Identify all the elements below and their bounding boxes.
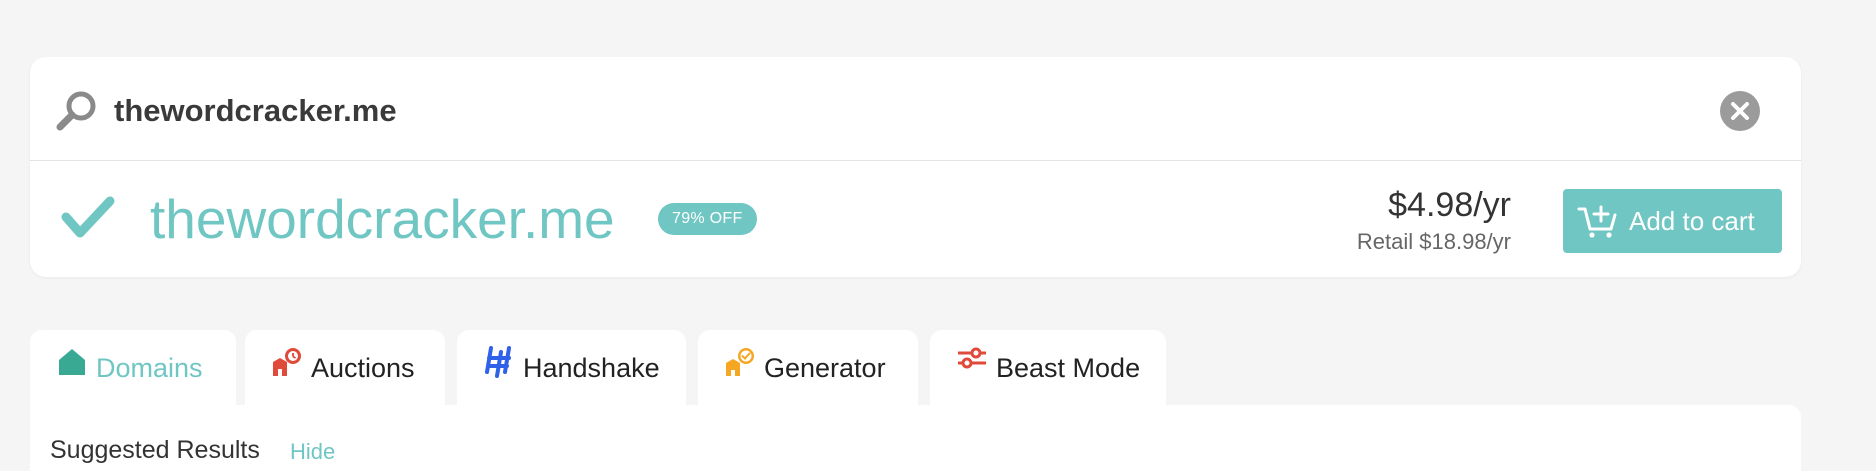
search-row: thewordcracker.me: [30, 57, 1801, 161]
search-icon: [56, 91, 96, 131]
tab-generator[interactable]: Generator: [698, 330, 918, 406]
cart-add-icon: [1577, 205, 1617, 238]
handshake-icon: [485, 346, 511, 378]
discount-badge: 79% OFF: [658, 203, 757, 235]
generator-icon: [726, 348, 754, 376]
search-input[interactable]: thewordcracker.me: [114, 87, 397, 135]
price: $4.98/yr: [1388, 186, 1511, 224]
tab-label: Domains: [96, 353, 203, 383]
search-card: thewordcracker.me thewordcracker.me 79% …: [30, 57, 1801, 277]
add-to-cart-button[interactable]: Add to cart: [1563, 189, 1782, 253]
sliders-icon: [958, 347, 986, 369]
suggested-results-panel: Suggested Results Hide: [30, 405, 1801, 471]
suggested-results-title: Suggested Results: [50, 436, 260, 464]
clear-search-button[interactable]: [1720, 91, 1760, 131]
tab-label: Auctions: [311, 353, 415, 383]
price-block: $4.98/yr Retail $18.98/yr: [1357, 183, 1511, 257]
tab-domains[interactable]: Domains: [30, 330, 236, 406]
house-icon: [59, 349, 85, 375]
result-domain-name: thewordcracker.me: [150, 188, 615, 250]
tab-label: Generator: [764, 353, 886, 383]
tab-beast-mode[interactable]: Beast Mode: [930, 330, 1166, 406]
domain-result-row: thewordcracker.me 79% OFF $4.98/yr Retai…: [30, 161, 1801, 277]
auction-icon: [273, 348, 301, 376]
close-icon: [1731, 102, 1749, 120]
check-icon: [61, 196, 115, 238]
add-to-cart-label: Add to cart: [1629, 206, 1755, 236]
retail-price: Retail $18.98/yr: [1356, 229, 1511, 254]
tab-handshake[interactable]: Handshake: [457, 330, 686, 406]
tab-label: Beast Mode: [996, 353, 1141, 383]
tab-label: Handshake: [523, 353, 660, 383]
tab-auctions[interactable]: Auctions: [245, 330, 445, 406]
hide-suggestions-link[interactable]: Hide: [290, 437, 335, 467]
